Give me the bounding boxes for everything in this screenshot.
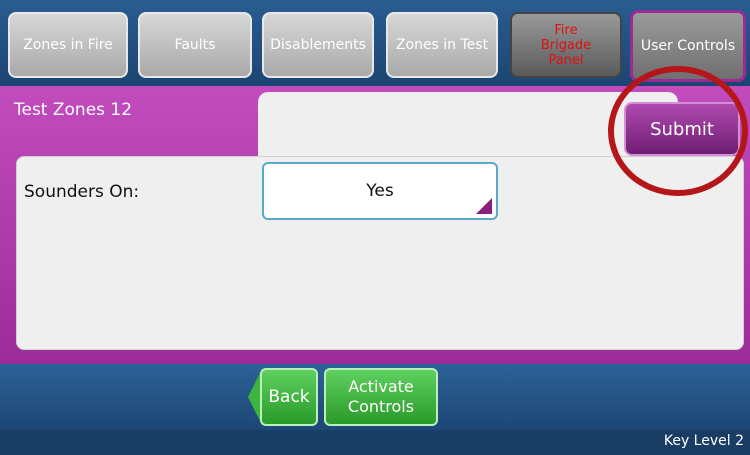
tab-fire-brigade-line2: Brigade [540,37,592,53]
tab-fire-brigade-panel[interactable]: Fire Brigade Panel [510,12,622,78]
back-button[interactable]: Back [260,368,318,426]
highlight-circle [608,66,748,196]
tab-fire-brigade-line3: Panel [548,52,584,68]
activate-controls-button[interactable]: Activate Controls [324,368,438,426]
tab-disablements[interactable]: Disablements [262,12,374,78]
dropdown-corner-icon [476,198,492,214]
tab-zones-in-fire[interactable]: Zones in Fire [8,12,128,78]
tab-faults[interactable]: Faults [138,12,252,78]
status-bar [0,430,750,455]
tab-zones-in-test[interactable]: Zones in Test [386,12,498,78]
sounders-select-value: Yes [366,181,394,201]
sounders-select[interactable]: Yes [262,162,498,220]
tab-fire-brigade-line1: Fire [554,22,578,38]
key-level-indicator: Key Level 2 [663,433,744,449]
sounders-label: Sounders On: [24,182,140,202]
page-title: Test Zones 12 [14,100,133,120]
